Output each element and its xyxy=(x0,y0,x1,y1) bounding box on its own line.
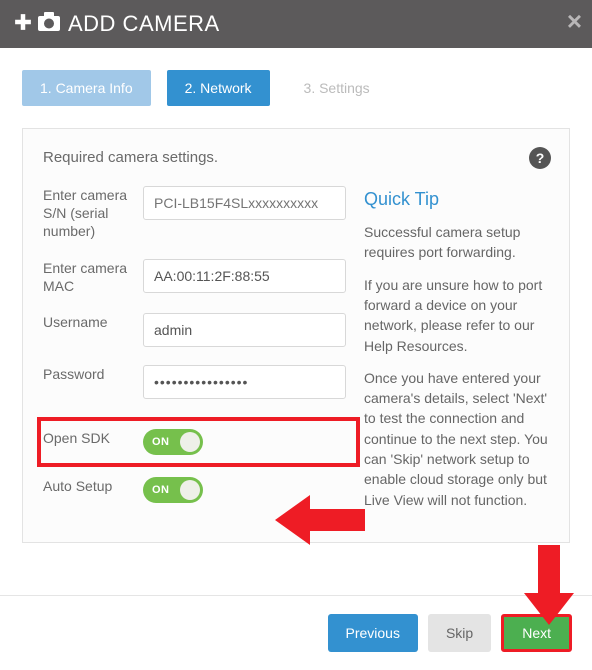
quick-tip-p2: If you are unsure how to port forward a … xyxy=(364,275,549,356)
panel-title: Required camera settings. xyxy=(43,149,549,166)
toggle-open-sdk[interactable]: ON xyxy=(143,429,203,455)
input-mac[interactable] xyxy=(143,259,346,293)
annotation-arrow-down xyxy=(524,545,574,625)
tab-settings: 3. Settings xyxy=(286,70,388,106)
toggle-auto-setup[interactable]: ON xyxy=(143,477,203,503)
input-sn[interactable] xyxy=(143,186,346,220)
modal-title: ADD CAMERA xyxy=(68,11,220,37)
skip-button[interactable]: Skip xyxy=(428,614,491,652)
previous-button[interactable]: Previous xyxy=(328,614,418,652)
input-password[interactable] xyxy=(143,365,346,399)
quick-tip-p1: Successful camera setup requires port fo… xyxy=(364,222,549,263)
label-open-sdk: Open SDK xyxy=(43,429,143,447)
close-icon[interactable]: × xyxy=(567,6,582,37)
camera-icon xyxy=(36,12,62,37)
quick-tip-p3: Once you have entered your camera's deta… xyxy=(364,368,549,510)
toggle-auto-setup-state: ON xyxy=(152,484,170,496)
quick-tip-title: Quick Tip xyxy=(364,186,549,212)
highlight-open-sdk: Open SDK ON xyxy=(37,417,360,467)
help-icon[interactable]: ? xyxy=(529,147,551,169)
label-auto-setup: Auto Setup xyxy=(43,477,143,495)
label-username: Username xyxy=(43,313,143,331)
plus-icon xyxy=(14,13,32,36)
toggle-open-sdk-state: ON xyxy=(152,436,170,448)
label-password: Password xyxy=(43,365,143,383)
tab-camera-info[interactable]: 1. Camera Info xyxy=(22,70,151,106)
annotation-arrow-left xyxy=(275,495,365,545)
tab-network[interactable]: 2. Network xyxy=(167,70,270,106)
input-username[interactable] xyxy=(143,313,346,347)
label-mac: Enter camera MAC xyxy=(43,259,143,295)
label-sn: Enter camera S/N (serial number) xyxy=(43,186,143,241)
